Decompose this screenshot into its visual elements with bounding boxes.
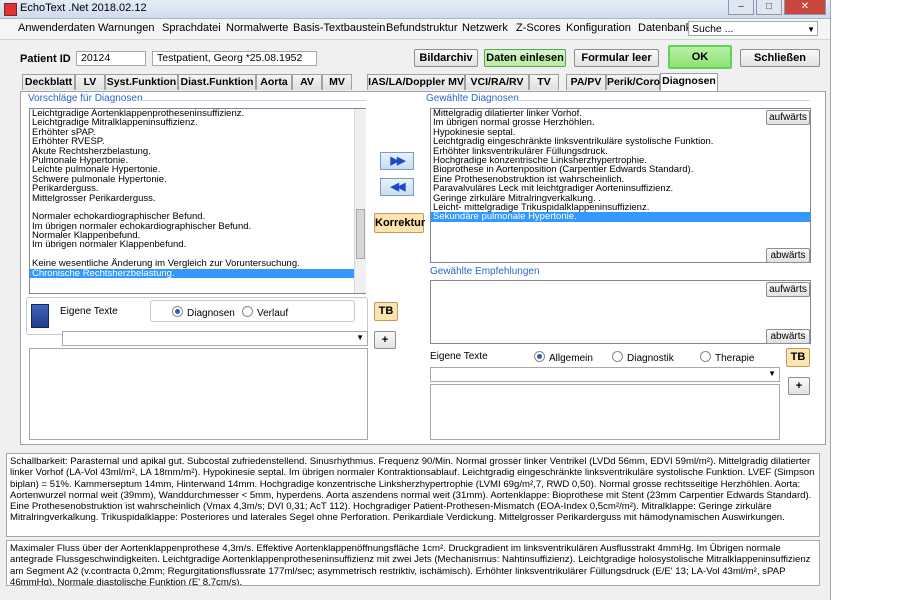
menu-datenbank[interactable]: Datenbank — [638, 22, 691, 34]
close-icon[interactable]: ✕ — [784, 0, 826, 15]
radio-therapie-label: Therapie — [715, 353, 755, 364]
search-input[interactable]: Suche ... — [692, 23, 733, 35]
gewaehlte-diagnosen-group-title: Gewählte Diagnosen — [426, 93, 519, 104]
tab-aorta[interactable]: Aorta — [256, 74, 292, 90]
menu-normalwerte[interactable]: Normalwerte — [226, 22, 288, 34]
menu-sprachdatei[interactable]: Sprachdatei — [162, 22, 221, 34]
aufwaerts-button-empf[interactable]: aufwärts — [766, 282, 810, 297]
korrektur-button[interactable]: Korrektur — [374, 213, 425, 233]
radio-diagnosen-label: Diagnosen — [187, 308, 235, 319]
double-arrow-right-icon: ▶▶ — [390, 155, 406, 167]
vorschlaege-listbox[interactable]: Leichtgradige Aortenklappenprotheseninsu… — [29, 108, 366, 294]
radio-unselected-icon — [242, 306, 253, 317]
vorschlaege-group-title: Vorschläge für Diagnosen — [28, 93, 143, 104]
bildarchiv-button[interactable]: Bildarchiv — [414, 49, 478, 67]
add-diagnosis-button[interactable]: ▶▶ — [380, 152, 414, 170]
radio-therapie[interactable]: Therapie — [700, 351, 754, 364]
tab-pa-pv[interactable]: PA/PV — [566, 74, 606, 90]
menu-basis-textbaustein[interactable]: Basis-Textbaustein — [293, 22, 385, 34]
patient-id-field[interactable]: 20124 — [76, 51, 146, 66]
radio-selected-icon — [534, 351, 545, 362]
tb-button-left[interactable]: TB — [374, 302, 398, 321]
schliessen-button[interactable]: Schließen — [740, 49, 820, 67]
list-item[interactable]: Im übrigen normaler Klappenbefund. — [30, 240, 365, 250]
tab-syst-funktion[interactable]: Syst.Funktion — [105, 74, 178, 90]
maximize-icon[interactable]: □ — [756, 0, 782, 15]
title-bar: EchoText .Net 2018.02.12 – □ ✕ — [0, 0, 830, 19]
formular-leer-button[interactable]: Formular leer — [574, 49, 659, 67]
menu-konfiguration[interactable]: Konfiguration — [566, 22, 631, 34]
menu-netzwerk[interactable]: Netzwerk — [462, 22, 508, 34]
minimize-icon[interactable]: – — [728, 0, 754, 15]
color-swatch-icon[interactable] — [31, 304, 49, 328]
aufwaerts-button-diag[interactable]: aufwärts — [766, 110, 810, 125]
tab-perik-coro[interactable]: Perik/Coro — [606, 74, 660, 90]
radio-allgemein-label: Allgemein — [549, 353, 593, 364]
gewaehlte-diagnosen-listbox[interactable]: Mittelgradig dilatierter linker Vorhof. I… — [430, 108, 811, 263]
eigene-texte-label-right: Eigene Texte — [430, 351, 488, 362]
eigene-texte-combo-right[interactable]: ▼ — [430, 367, 780, 382]
menu-anwenderdaten[interactable]: Anwenderdaten — [18, 22, 95, 34]
list-item[interactable]: Sekundäre pulmonale Hypertonie. — [431, 212, 810, 222]
window-title: EchoText .Net 2018.02.12 — [20, 2, 147, 14]
remove-diagnosis-button[interactable]: ◀◀ — [380, 178, 414, 196]
app-window: EchoText .Net 2018.02.12 – □ ✕ Anwenderd… — [0, 0, 831, 600]
eigene-texte-area-right[interactable] — [430, 384, 780, 440]
add-text-button-right[interactable]: + — [788, 377, 810, 395]
ok-button[interactable]: OK — [668, 45, 732, 69]
radio-diagnostik-label: Diagnostik — [627, 353, 674, 364]
radio-allgemein[interactable]: Allgemein — [534, 351, 593, 364]
abwaerts-button-empf[interactable]: abwärts — [766, 329, 810, 344]
window-controls: – □ ✕ — [728, 0, 826, 15]
menu-z-scores[interactable]: Z-Scores — [516, 22, 561, 34]
tab-mv[interactable]: MV — [322, 74, 352, 90]
doppler-text-area[interactable]: Maximaler Fluss über der Aortenklappenpr… — [6, 540, 820, 586]
app-icon — [4, 3, 17, 16]
patient-id-label: Patient ID — [20, 53, 71, 65]
chevron-down-icon[interactable]: ▼ — [768, 369, 776, 378]
tb-button-right[interactable]: TB — [786, 348, 810, 367]
tab-lv[interactable]: LV — [75, 74, 105, 90]
tab-ias-la-doppler-mv[interactable]: IAS/LA/Doppler MV — [367, 74, 465, 90]
radio-unselected-icon — [612, 351, 623, 362]
menu-befundstruktur[interactable]: Befundstruktur — [386, 22, 458, 34]
radio-diagnostik[interactable]: Diagnostik — [612, 351, 674, 364]
befund-text-area[interactable]: Schallbarkeit: Parasternal und apikal gu… — [6, 453, 820, 537]
tab-diast-funktion[interactable]: Diast.Funktion — [178, 74, 256, 90]
eigene-texte-label: Eigene Texte — [60, 306, 118, 317]
abwaerts-button-diag[interactable]: abwärts — [766, 248, 810, 263]
chevron-down-icon[interactable]: ▼ — [356, 333, 364, 342]
daten-einlesen-button[interactable]: Daten einlesen — [484, 49, 566, 67]
add-text-button-left[interactable]: + — [374, 331, 396, 349]
radio-verlauf[interactable]: Verlauf — [242, 306, 288, 319]
tab-diagnosen[interactable]: Diagnosen — [660, 73, 718, 91]
list-item[interactable]: Mittelgrosser Perikarderguss. — [30, 193, 365, 203]
radio-verlauf-label: Verlauf — [257, 308, 289, 319]
chevron-down-icon[interactable]: ▼ — [807, 22, 815, 37]
tab-vci-ra-rv[interactable]: VCI/RA/RV — [465, 74, 529, 90]
eigene-texte-area-left[interactable] — [29, 348, 368, 440]
tab-tv[interactable]: TV — [529, 74, 559, 90]
eigene-texte-combo-left[interactable]: ▼ — [62, 331, 368, 346]
gewaehlte-empfehlungen-group-title: Gewählte Empfehlungen — [430, 266, 540, 277]
radio-unselected-icon — [700, 351, 711, 362]
group-divider — [140, 100, 366, 101]
radio-selected-icon — [172, 306, 183, 317]
tab-deckblatt[interactable]: Deckblatt — [22, 74, 75, 90]
group-divider — [510, 100, 810, 101]
tab-av[interactable]: AV — [292, 74, 322, 90]
list-item[interactable]: Chronische Rechtsherzbelastung. — [30, 268, 365, 278]
gewaehlte-empfehlungen-listbox[interactable] — [430, 280, 811, 344]
search-combobox[interactable]: Suche ... ▼ — [688, 21, 818, 36]
scrollbar-thumb[interactable] — [356, 209, 365, 259]
menu-warnungen[interactable]: Warnungen — [98, 22, 154, 34]
vorschlaege-scrollbar[interactable] — [354, 109, 366, 293]
patient-name-field[interactable]: Testpatient, Georg *25.08.1952 — [152, 51, 317, 66]
double-arrow-left-icon: ◀◀ — [390, 181, 406, 193]
radio-diagnosen[interactable]: Diagnosen — [172, 306, 235, 319]
